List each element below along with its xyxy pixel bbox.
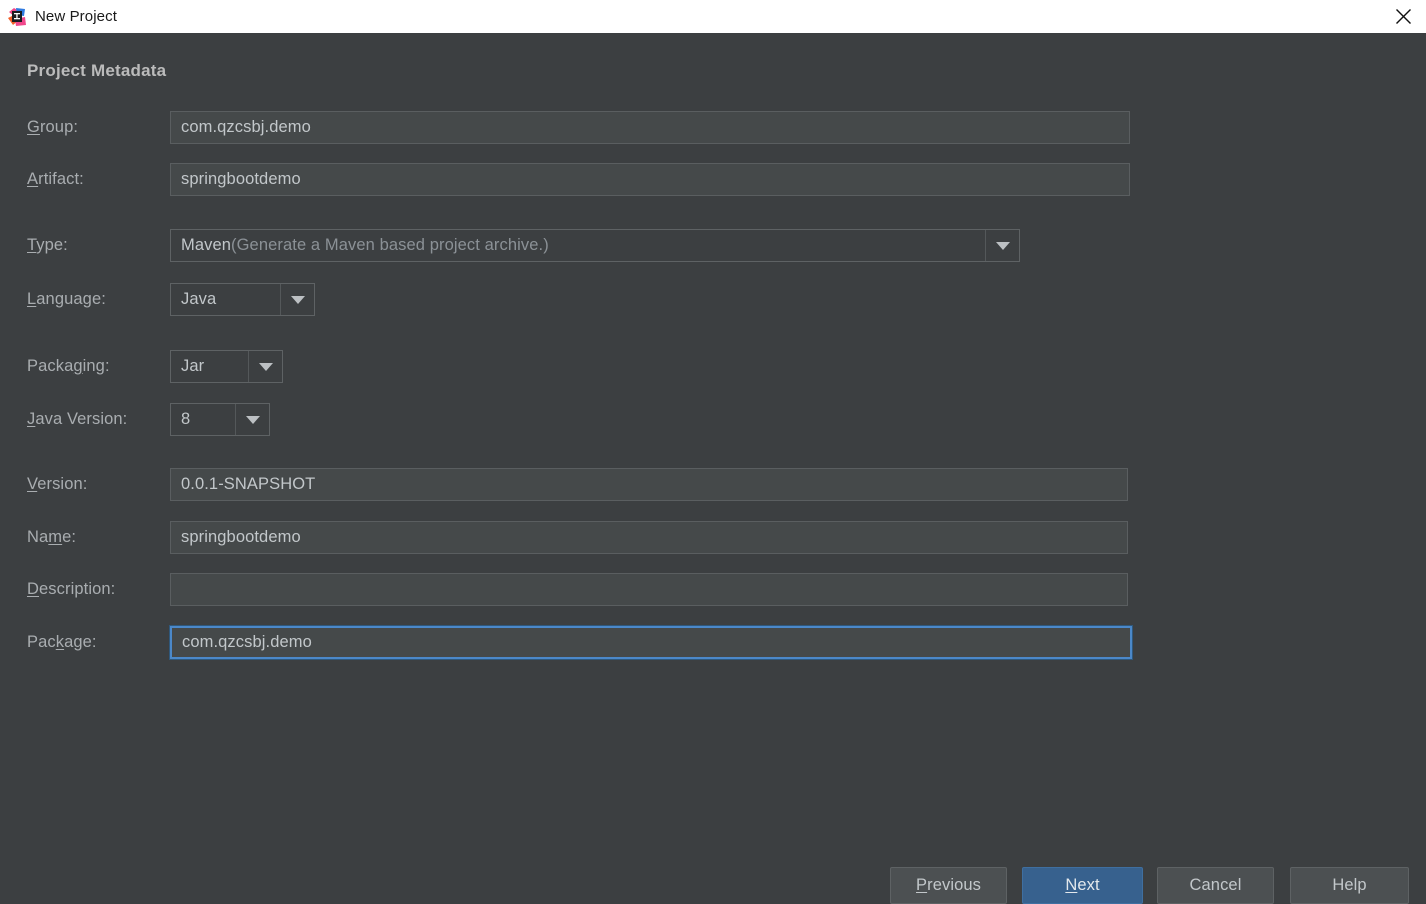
label-type: Type:: [27, 236, 68, 255]
language-dropdown-value-main: Java: [181, 290, 217, 308]
java-version-dropdown-value-main: 8: [181, 410, 191, 428]
window-titlebar: New Project: [0, 0, 1426, 33]
chevron-down-icon[interactable]: [985, 230, 1019, 261]
label-group-mnemonic: G: [27, 118, 40, 136]
label-language: Language:: [27, 290, 106, 309]
description-input[interactable]: [170, 573, 1128, 606]
label-package-post: age:: [64, 633, 97, 651]
next-button-label-mnemonic: N: [1065, 876, 1078, 894]
type-dropdown[interactable]: Maven (Generate a Maven based project ar…: [170, 229, 1020, 262]
label-version: Version:: [27, 475, 87, 494]
label-package-mnemonic: k: [55, 633, 65, 651]
label-group: Group:: [27, 118, 78, 137]
cancel-button-label-pre: Cancel: [1189, 876, 1242, 894]
label-version-post: ersion:: [37, 475, 88, 493]
next-button[interactable]: Next: [1022, 867, 1143, 904]
label-description-post: escription:: [39, 580, 116, 598]
label-name-post: e:: [62, 528, 77, 546]
label-name: Name:: [27, 528, 76, 547]
packaging-dropdown-value-main: Jar: [181, 357, 205, 375]
window-title: New Project: [35, 8, 117, 25]
label-name-mnemonic: m: [48, 528, 63, 546]
label-type-post: ype:: [36, 236, 68, 254]
label-packaging-post: ing:: [82, 357, 110, 375]
label-packaging-pre: Packa: [27, 357, 74, 375]
label-version-mnemonic: V: [27, 475, 38, 493]
chevron-down-icon-glyph: [290, 295, 305, 304]
packaging-dropdown-value: Jar: [171, 351, 248, 382]
label-package-pre: Pac: [27, 633, 56, 651]
artifact-input[interactable]: springbootdemo: [170, 163, 1130, 196]
group-input[interactable]: com.qzcsbj.demo: [170, 111, 1130, 144]
java-version-dropdown-value: 8: [171, 404, 235, 435]
label-name-pre: Na: [27, 528, 49, 546]
chevron-down-icon-glyph: [245, 415, 260, 424]
version-input-value: 0.0.1-SNAPSHOT: [181, 475, 316, 493]
label-description-mnemonic: D: [27, 580, 40, 598]
chevron-down-icon[interactable]: [235, 404, 269, 435]
previous-button-label-post: revious: [927, 876, 981, 894]
package-input-value: com.qzcsbj.demo: [182, 633, 312, 651]
packaging-dropdown[interactable]: Jar: [170, 350, 283, 383]
type-dropdown-value: Maven (Generate a Maven based project ar…: [171, 230, 985, 261]
chevron-down-icon-glyph: [995, 241, 1010, 250]
label-packaging: Packaging:: [27, 357, 110, 376]
chevron-down-icon[interactable]: [248, 351, 282, 382]
name-input[interactable]: springbootdemo: [170, 521, 1128, 554]
java-version-dropdown[interactable]: 8: [170, 403, 270, 436]
close-icon[interactable]: [1380, 0, 1426, 33]
label-artifact-post: rtifact:: [38, 170, 84, 188]
page-title: Project Metadata: [27, 61, 167, 80]
version-input[interactable]: 0.0.1-SNAPSHOT: [170, 468, 1128, 501]
name-input-value: springbootdemo: [181, 528, 301, 546]
label-packaging-mnemonic: g: [73, 357, 83, 375]
language-dropdown-value: Java: [171, 284, 280, 315]
intellij-idea-logo-icon: [8, 7, 26, 26]
language-dropdown[interactable]: Java: [170, 283, 315, 316]
package-input[interactable]: com.qzcsbj.demo: [169, 625, 1133, 660]
type-dropdown-value-main: Maven: [181, 236, 232, 254]
label-group-post: roup:: [39, 118, 79, 136]
label-java-version: Java Version:: [27, 410, 127, 429]
label-language-mnemonic: L: [27, 290, 37, 308]
group-input-value: com.qzcsbj.demo: [181, 118, 311, 136]
previous-button-label-mnemonic: P: [916, 876, 928, 894]
type-dropdown-value-hint: (Generate a Maven based project archive.…: [231, 236, 549, 254]
chevron-down-icon[interactable]: [280, 284, 314, 315]
previous-button[interactable]: Previous: [890, 867, 1007, 904]
chevron-down-icon-glyph: [258, 362, 273, 371]
label-description: Description:: [27, 580, 115, 599]
label-artifact: Artifact:: [27, 170, 84, 189]
next-button-label-post: ext: [1077, 876, 1100, 894]
label-language-post: anguage:: [36, 290, 106, 308]
help-button[interactable]: Help: [1290, 867, 1409, 904]
new-project-dialog: Project Metadata Group: com.qzcsbj.demo Ar…: [0, 33, 1426, 904]
artifact-input-value: springbootdemo: [181, 170, 301, 188]
help-button-label-pre: Help: [1332, 876, 1367, 894]
label-java-version-post: ava Version:: [35, 410, 128, 428]
cancel-button[interactable]: Cancel: [1157, 867, 1274, 904]
label-package: Package:: [27, 633, 97, 652]
label-type-mnemonic: T: [27, 236, 37, 254]
label-artifact-mnemonic: A: [27, 170, 39, 188]
